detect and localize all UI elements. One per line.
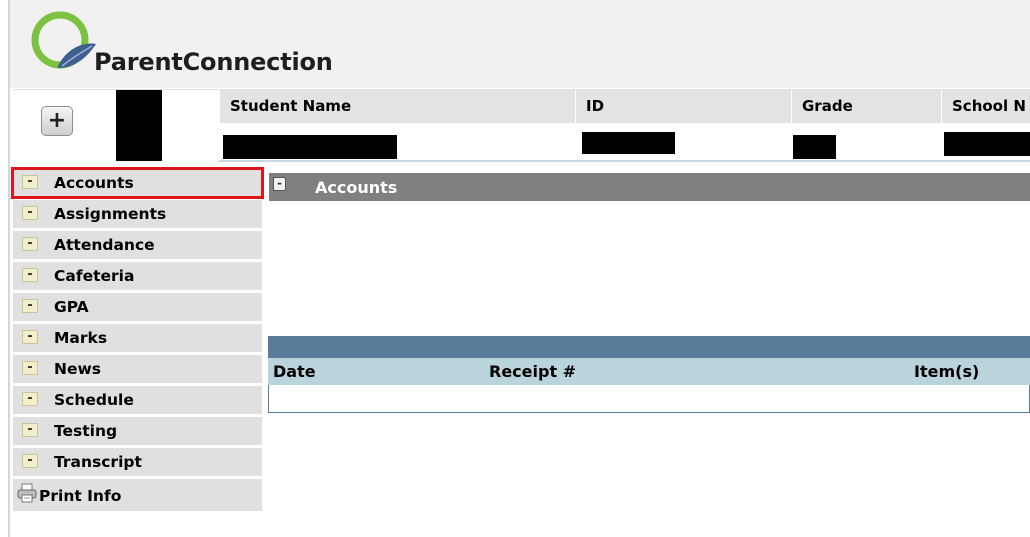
table-title-bar [268, 336, 1030, 358]
student-school-value [941, 124, 1030, 162]
redacted-student-school [944, 132, 1030, 156]
sidebar-item-accounts[interactable]: - Accounts [11, 167, 264, 199]
collapse-toggle-icon: - [22, 330, 38, 344]
sidebar-item-label: Cafeteria [54, 267, 135, 285]
sidebar-item-attendance[interactable]: - Attendance [13, 231, 262, 259]
redacted-student-grade [793, 135, 836, 159]
collapse-toggle-icon: - [22, 299, 38, 313]
app-logo[interactable]: ParentConnection [28, 6, 333, 86]
column-header-date: Date [273, 362, 316, 381]
student-photo-redacted [116, 90, 162, 161]
print-info-label: Print Info [39, 487, 122, 505]
sidebar-item-gpa[interactable]: - GPA [13, 293, 262, 321]
sidebar-item-transcript[interactable]: - Transcript [13, 448, 262, 476]
sidebar-item-schedule[interactable]: - Schedule [13, 386, 262, 414]
logo-text: ParentConnection [94, 48, 333, 76]
collapse-toggle-icon: - [22, 361, 38, 375]
sidebar-item-label: Testing [54, 422, 118, 440]
sidebar-item-label: GPA [54, 298, 89, 316]
column-header-school: School N [941, 90, 1030, 123]
redacted-student-id [582, 132, 675, 154]
sidebar-item-testing[interactable]: - Testing [13, 417, 262, 445]
collapse-toggle-icon: - [22, 237, 38, 251]
sidebar-item-assignments[interactable]: - Assignments [13, 200, 262, 228]
sidebar-item-label: Marks [54, 329, 108, 347]
printer-icon [17, 483, 37, 503]
sidebar-item-marks[interactable]: - Marks [13, 324, 262, 352]
sidebar-item-label: Accounts [54, 174, 134, 192]
collapse-toggle-icon: - [22, 175, 38, 189]
collapse-toggle-icon: - [22, 392, 38, 406]
accounts-section-header[interactable]: - Accounts [269, 173, 1030, 201]
sidebar-nav: - Accounts - Assignments - Attendance - … [11, 167, 264, 511]
sidebar-item-label: News [54, 360, 102, 378]
table-header-row: Date Receipt # Item(s) [268, 358, 1030, 385]
collapse-toggle-icon: - [22, 423, 38, 437]
student-photo-cell: + [13, 90, 218, 165]
column-header-id: ID [575, 90, 791, 123]
sidebar-item-news[interactable]: - News [13, 355, 262, 383]
collapse-toggle-icon: - [22, 206, 38, 220]
sidebar-item-label: Transcript [54, 453, 142, 471]
collapse-toggle-icon: - [22, 454, 38, 468]
student-grade-value [791, 124, 941, 162]
accounts-table: Date Receipt # Item(s) [268, 336, 1030, 416]
collapse-toggle-icon: - [22, 268, 38, 282]
collapse-toggle-icon[interactable]: - [273, 177, 286, 191]
table-empty-row [268, 385, 1030, 413]
column-header-grade: Grade [791, 90, 941, 123]
sidebar-item-label: Assignments [54, 205, 167, 223]
sidebar-item-label: Schedule [54, 391, 134, 409]
column-header-items: Item(s) [914, 362, 980, 381]
add-student-button[interactable]: + [41, 106, 73, 136]
column-header-student-name: Student Name [219, 90, 575, 123]
student-name-value [219, 124, 575, 162]
sidebar-item-label: Attendance [54, 236, 155, 254]
column-header-receipt: Receipt # [489, 362, 577, 381]
sidebar-item-cafeteria[interactable]: - Cafeteria [13, 262, 262, 290]
app-header: ParentConnection [10, 0, 1030, 88]
redacted-student-name [223, 135, 397, 159]
section-title: Accounts [315, 178, 398, 197]
student-id-value [575, 124, 791, 162]
print-info-button[interactable]: Print Info [13, 479, 262, 511]
student-info-strip: + Student Name ID Grade School N [13, 89, 1030, 165]
